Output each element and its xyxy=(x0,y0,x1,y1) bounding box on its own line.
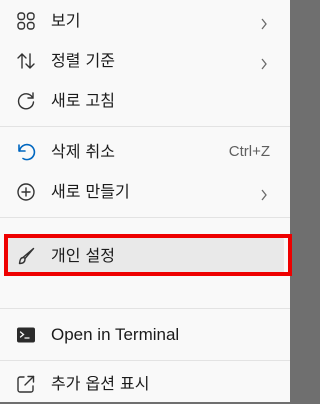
menu-item-label: 새로 고침 xyxy=(51,91,115,110)
menu-item-sort[interactable]: 정렬 기준 xyxy=(6,41,284,81)
grid-icon xyxy=(15,10,37,32)
share-icon xyxy=(15,373,37,395)
menu-separator xyxy=(0,360,290,361)
menu-item-personalize[interactable]: 개인 설정 xyxy=(6,236,284,276)
menu-item-open-terminal[interactable]: Open in Terminal xyxy=(6,315,284,355)
refresh-icon xyxy=(15,90,37,112)
menu-item-view[interactable]: 보기 xyxy=(6,1,284,41)
menu-item-label: 추가 옵션 표시 xyxy=(51,374,150,393)
chevron-right-icon xyxy=(260,55,268,70)
undo-icon xyxy=(15,141,37,163)
menu-item-label: 삭제 취소 xyxy=(51,142,115,161)
menu-separator xyxy=(0,308,290,309)
menu-item-label: 개인 설정 xyxy=(51,246,115,265)
menu-item-label: 정렬 기준 xyxy=(51,51,115,70)
menu-separator xyxy=(0,126,290,127)
menu-item-label: Open in Terminal xyxy=(51,325,180,344)
menu-item-new[interactable]: 새로 만들기 xyxy=(6,172,284,212)
menu-separator xyxy=(0,217,290,218)
menu-item-refresh[interactable]: 새로 고침 xyxy=(6,81,284,121)
menu-item-undo[interactable]: 삭제 취소 Ctrl+Z xyxy=(6,132,284,172)
add-circle-icon xyxy=(15,181,37,203)
menu-item-show-more-options[interactable]: 추가 옵션 표시 xyxy=(6,364,284,404)
context-menu: 보기 정렬 기준 새로 고침 삭제 취소 Ctrl+Z 새로 만들기 개인 설정… xyxy=(0,0,290,402)
terminal-icon xyxy=(15,324,37,346)
chevron-right-icon xyxy=(260,15,268,30)
menu-item-label: 보기 xyxy=(51,11,81,30)
shortcut-label: Ctrl+Z xyxy=(228,143,270,160)
brush-icon xyxy=(15,245,37,267)
chevron-right-icon xyxy=(260,186,268,201)
sort-arrows-icon xyxy=(15,50,37,72)
menu-item-label: 새로 만들기 xyxy=(51,182,130,201)
